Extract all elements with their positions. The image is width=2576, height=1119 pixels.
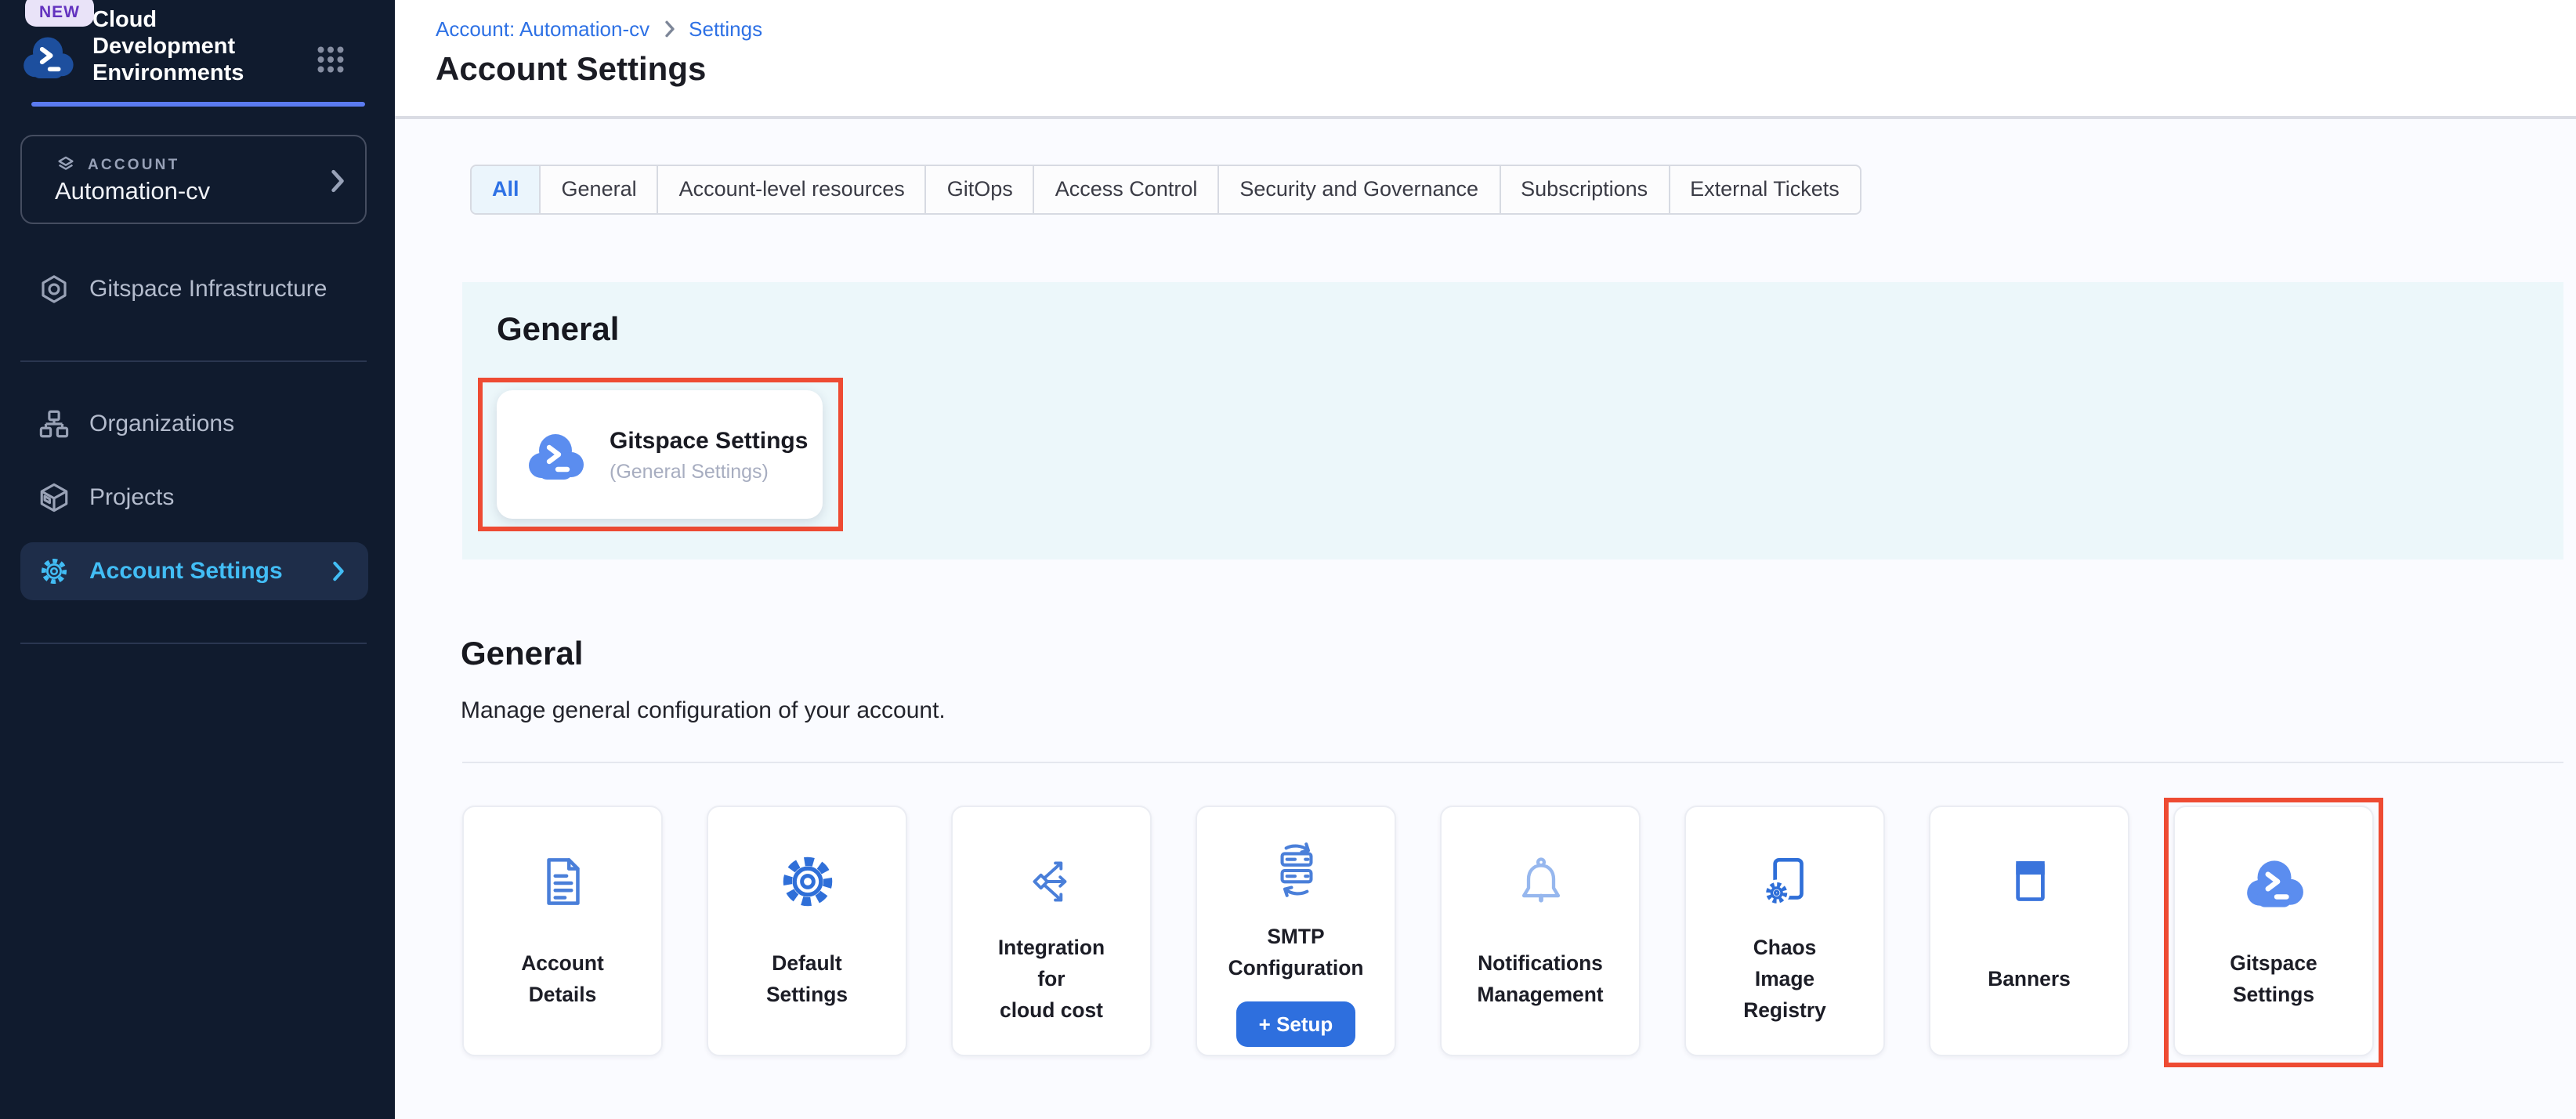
account-label: ACCOUNT (88, 156, 179, 173)
featured-general-band: General Gitspace Settings (General Setti… (462, 282, 2563, 560)
sidebar-item-gitspace-infrastructure[interactable]: Gitspace Infrastructure (20, 260, 368, 318)
card-label: Account Details (521, 923, 604, 1036)
card-integration-for-cloud-cost[interactable]: Integration for cloud cost (951, 806, 1152, 1056)
tab-all[interactable]: All (472, 166, 541, 213)
gear-icon (775, 838, 839, 923)
featured-card-subtitle: (General Settings) (610, 460, 808, 482)
featured-section-heading: General (497, 312, 619, 349)
logo-underline (31, 102, 365, 107)
chevron-right-icon (332, 561, 345, 581)
settings-card-grid: Account Details Default Settings Integra… (462, 806, 2576, 1056)
tab-security-and-governance[interactable]: Security and Governance (1219, 166, 1500, 213)
tab-access-control[interactable]: Access Control (1035, 166, 1220, 213)
card-account-details[interactable]: Account Details (462, 806, 663, 1056)
tab-gitops[interactable]: GitOps (927, 166, 1035, 213)
tab-account-level-resources[interactable]: Account-level resources (659, 166, 927, 213)
cube-icon (38, 481, 71, 514)
hexagon-nut-icon (38, 273, 71, 306)
bell-icon (1508, 838, 1572, 923)
sidebar-item-label: Projects (89, 484, 174, 511)
chevron-right-icon (664, 20, 675, 38)
page-title: Account Settings (436, 52, 2576, 89)
document-icon (530, 838, 595, 923)
tab-subscriptions[interactable]: Subscriptions (1500, 166, 1670, 213)
settings-tabbar: All General Account-level resources GitO… (470, 165, 1861, 215)
gitspace-cloud-icon (2241, 838, 2306, 923)
main-content: Account: Automation-cv Settings Account … (395, 0, 2576, 1119)
breadcrumb-account-link[interactable]: Account: Automation-cv (436, 17, 649, 41)
card-notifications-management[interactable]: Notifications Management (1440, 806, 1641, 1056)
sidebar-divider (20, 360, 367, 362)
sidebar-item-projects[interactable]: Projects (20, 469, 368, 527)
general-section-description: Manage general configuration of your acc… (461, 697, 2576, 724)
smtp-setup-button[interactable]: + Setup (1237, 1001, 1355, 1046)
sidebar-item-label: Account Settings (89, 558, 283, 585)
sidebar: NEW Cloud Development Environments ACCOU… (0, 0, 395, 1119)
featured-card-title: Gitspace Settings (610, 427, 808, 455)
card-label: Banners (1988, 923, 2071, 1036)
breadcrumb: Account: Automation-cv Settings (436, 17, 2576, 41)
card-smtp-configuration[interactable]: SMTP Configuration + Setup (1196, 806, 1396, 1056)
card-label: Notifications Management (1477, 923, 1603, 1036)
featured-card-text: Gitspace Settings (General Settings) (610, 427, 808, 482)
module-grid-icon[interactable] (315, 44, 346, 75)
tab-external-tickets[interactable]: External Tickets (1670, 166, 1860, 213)
layers-icon (55, 154, 77, 176)
org-chart-icon (38, 407, 71, 440)
page-header: Account: Automation-cv Settings Account … (395, 0, 2576, 119)
card-default-settings[interactable]: Default Settings (707, 806, 907, 1056)
gitspace-settings-featured-card[interactable]: Gitspace Settings (General Settings) (497, 390, 823, 519)
breadcrumb-settings-link[interactable]: Settings (689, 17, 762, 41)
card-label: SMTP Configuration (1228, 922, 1364, 983)
sidebar-item-organizations[interactable]: Organizations (20, 395, 368, 453)
card-label: Chaos Image Registry (1743, 923, 1826, 1036)
image-registry-gear-icon (1753, 838, 1817, 923)
highlight-red-outline: Gitspace Settings (General Settings) (478, 378, 843, 531)
smtp-server-icon (1264, 838, 1328, 903)
product-title: Cloud Development Environments (92, 8, 259, 88)
chevron-right-icon (331, 169, 345, 193)
gear-icon (38, 555, 71, 588)
split-arrows-icon (1019, 838, 1084, 923)
sidebar-item-label: Gitspace Infrastructure (89, 276, 327, 302)
new-badge: NEW (25, 0, 94, 27)
card-chaos-image-registry[interactable]: Chaos Image Registry (1684, 806, 1885, 1056)
account-selector[interactable]: ACCOUNT Automation-cv (20, 135, 367, 224)
banner-window-icon (1997, 838, 2061, 923)
app-window: NEW Cloud Development Environments ACCOU… (0, 0, 2576, 1119)
card-label: Gitspace Settings (2230, 923, 2317, 1036)
tab-general[interactable]: General (541, 166, 659, 213)
card-label: Integration for cloud cost (998, 923, 1105, 1036)
general-section-heading: General (461, 636, 2576, 674)
card-gitspace-settings[interactable]: Gitspace Settings (2173, 806, 2374, 1056)
settings-tab-row: All General Account-level resources GitO… (470, 165, 2576, 216)
sidebar-divider (20, 643, 367, 644)
sidebar-item-account-settings[interactable]: Account Settings (20, 542, 368, 600)
account-name: Automation-cv (55, 179, 210, 207)
sidebar-item-label: Organizations (89, 411, 234, 437)
account-selector-label-row: ACCOUNT (55, 154, 179, 176)
card-label: Default Settings (766, 923, 848, 1036)
card-banners[interactable]: Banners (1929, 806, 2129, 1056)
cde-product-logo-cloud-icon (19, 33, 77, 78)
section-divider (462, 762, 2563, 763)
gitspace-cloud-icon (523, 429, 588, 480)
